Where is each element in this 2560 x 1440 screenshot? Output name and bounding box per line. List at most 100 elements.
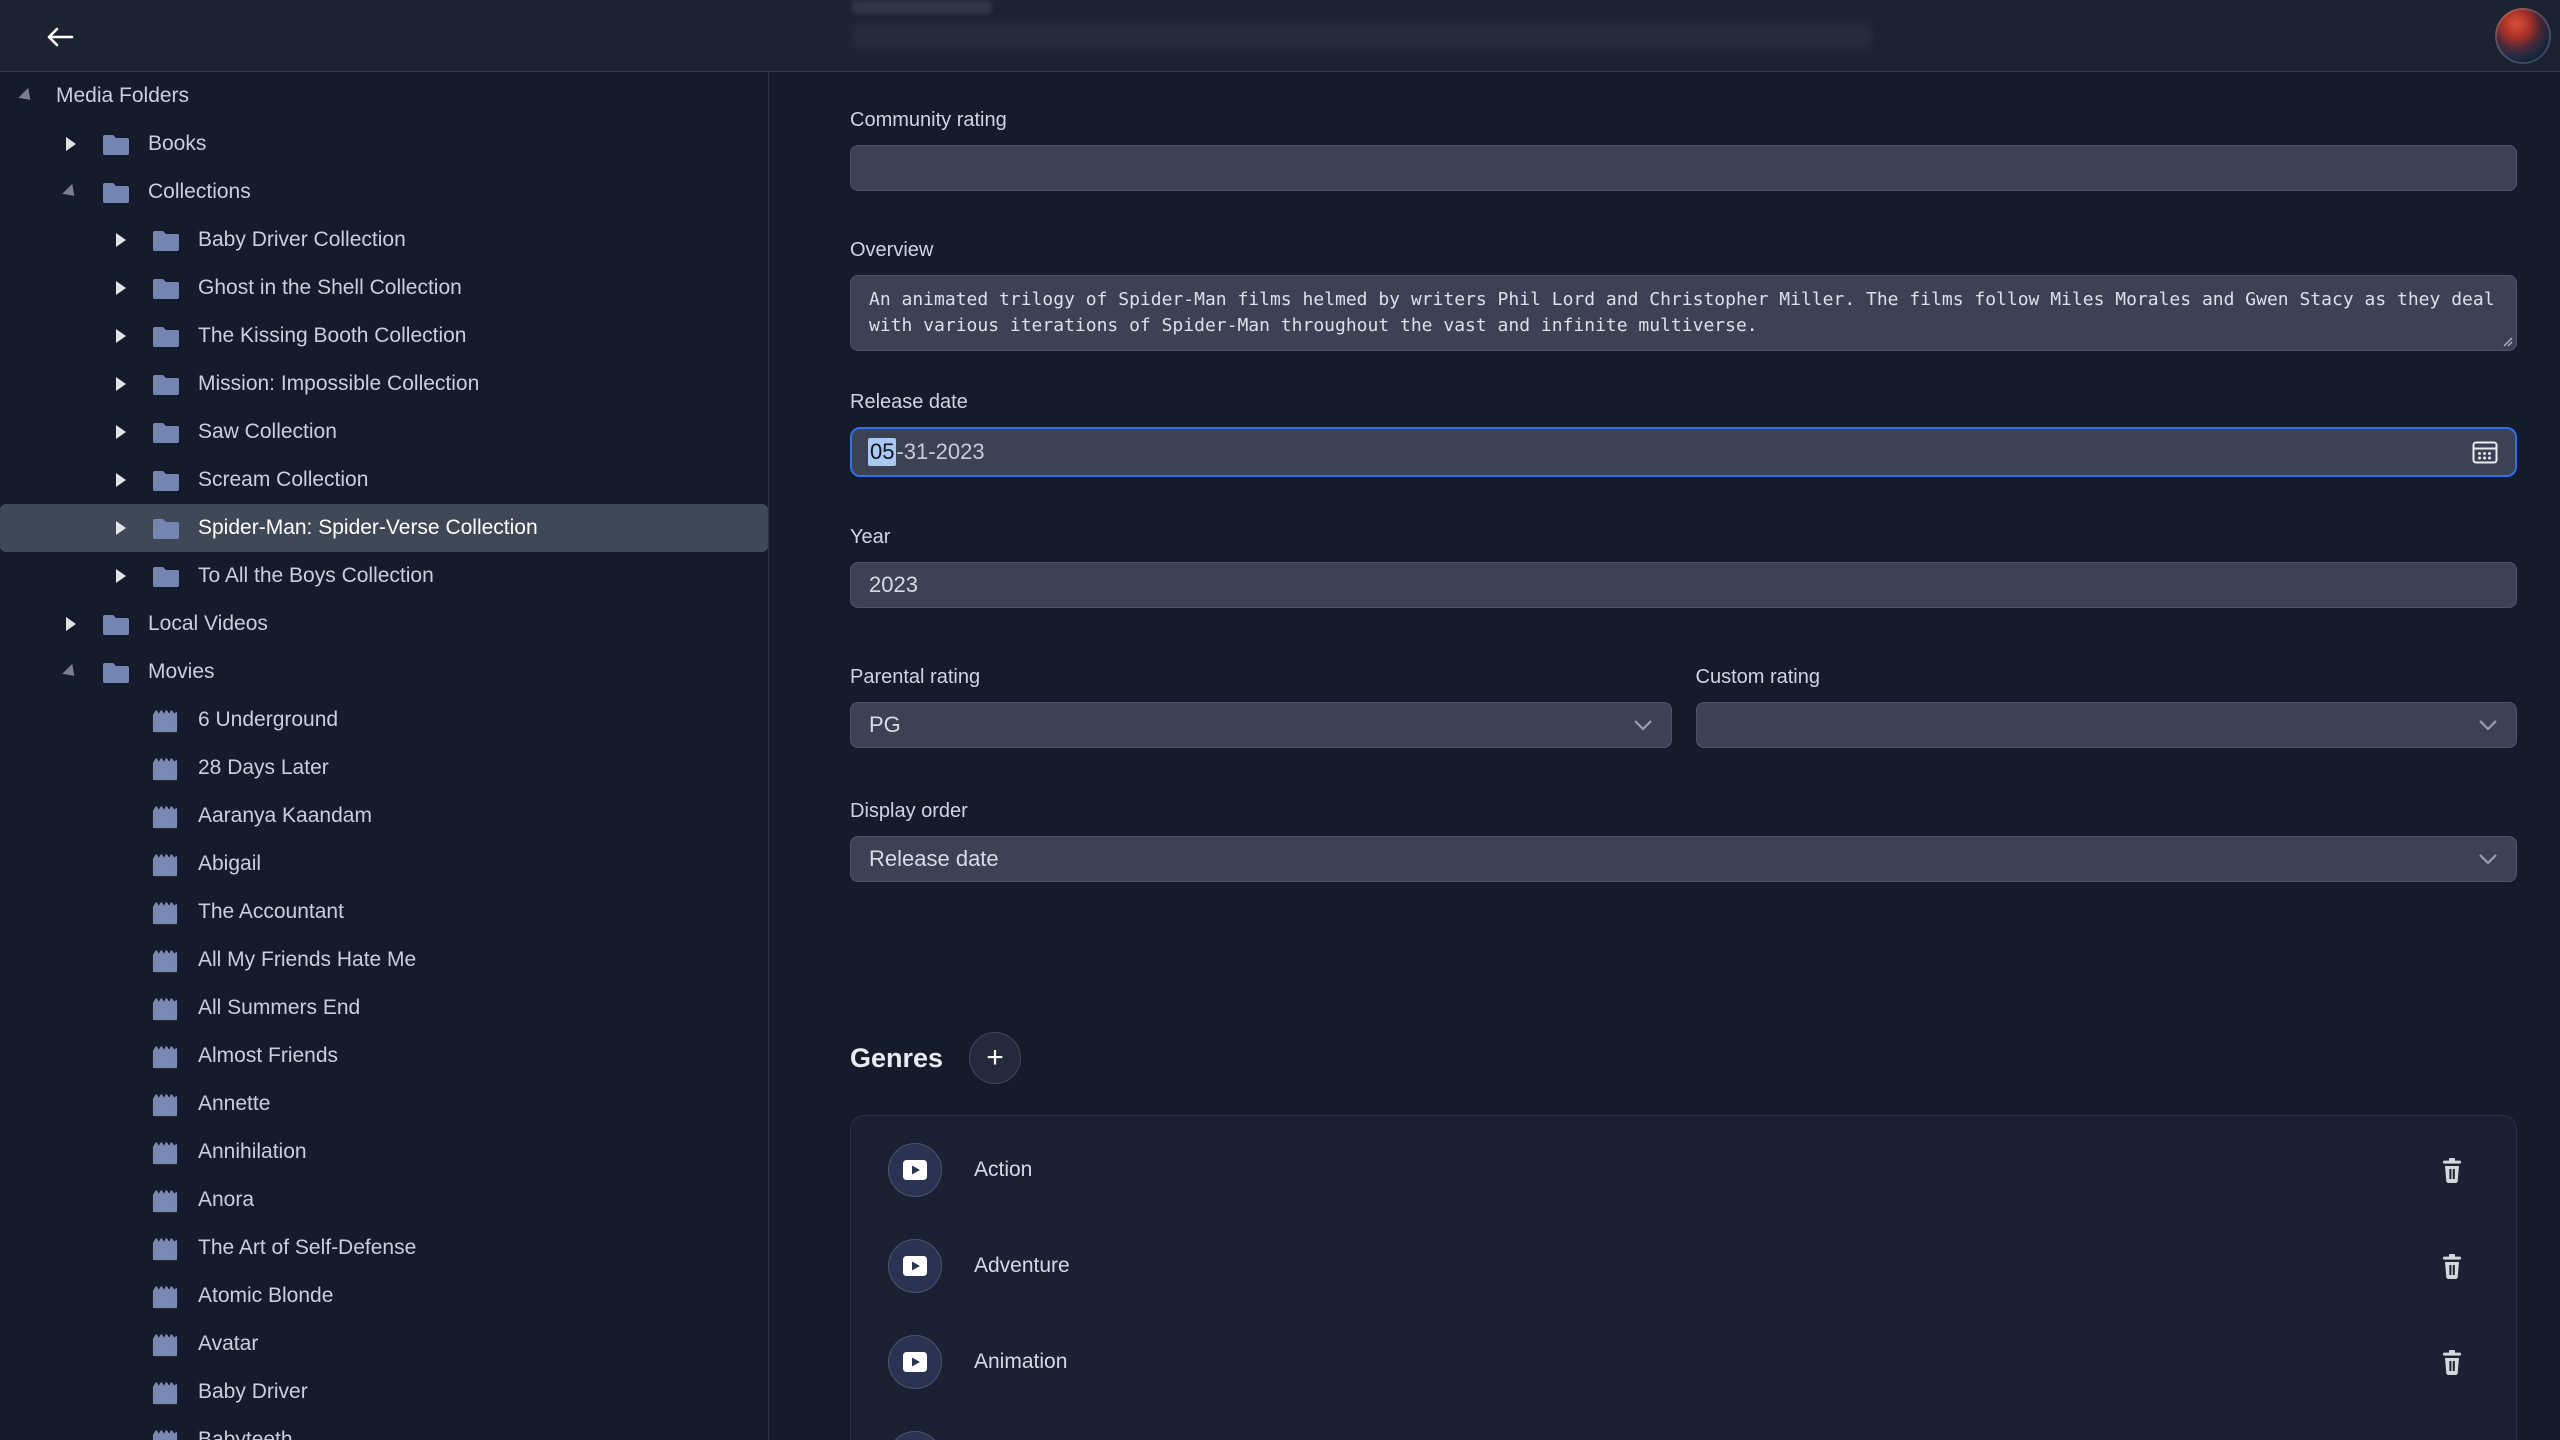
- genre-row-action[interactable]: Action: [851, 1122, 2516, 1218]
- user-avatar[interactable]: [2495, 8, 2551, 64]
- genres-title: Genres: [850, 1043, 943, 1074]
- parental-rating-field: Parental rating PG: [850, 665, 1672, 748]
- sidebar-tree: Media Folders Books Collections: [0, 72, 768, 1440]
- add-genre-button[interactable]: +: [969, 1032, 1021, 1084]
- sidebar-item-label: Abigail: [198, 852, 261, 876]
- sidebar-item-annihilation[interactable]: Annihilation: [0, 1128, 768, 1176]
- movie-icon: [150, 1331, 184, 1357]
- delete-genre-button[interactable]: [2440, 1157, 2464, 1184]
- expand-caret-icon[interactable]: [64, 664, 100, 680]
- parental-rating-select[interactable]: PG: [850, 702, 1672, 748]
- custom-rating-select[interactable]: [1696, 702, 2518, 748]
- movie-icon: [150, 803, 184, 829]
- expand-caret-icon[interactable]: [114, 424, 150, 440]
- video-icon: [901, 1349, 929, 1375]
- year-label: Year: [850, 525, 2517, 549]
- sidebar-item-books[interactable]: Books: [0, 120, 768, 168]
- expand-caret-icon[interactable]: [64, 136, 100, 152]
- movie-icon: [150, 1427, 184, 1440]
- sidebar-item-babyteeth[interactable]: Babyteeth: [0, 1416, 768, 1440]
- sidebar-item-the-art-of-self-defense[interactable]: The Art of Self-Defense: [0, 1224, 768, 1272]
- expand-caret-icon[interactable]: [64, 184, 100, 200]
- folder-icon: [150, 227, 184, 253]
- resize-grip-icon[interactable]: [2501, 335, 2513, 347]
- calendar-icon: [2471, 439, 2499, 465]
- sidebar-item-label: Spider-Man: Spider-Verse Collection: [198, 516, 538, 540]
- sidebar-item-avatar[interactable]: Avatar: [0, 1320, 768, 1368]
- sidebar-item-abigail[interactable]: Abigail: [0, 840, 768, 888]
- sidebar-item-the-kissing-booth-collection[interactable]: The Kissing Booth Collection: [0, 312, 768, 360]
- parental-rating-value: PG: [869, 712, 901, 738]
- sidebar-item-ghost-in-the-shell-collection[interactable]: Ghost in the Shell Collection: [0, 264, 768, 312]
- expand-caret-icon[interactable]: [114, 232, 150, 248]
- year-field: Year 2023: [850, 525, 2517, 608]
- sidebar-item-saw-collection[interactable]: Saw Collection: [0, 408, 768, 456]
- folder-icon: [100, 611, 134, 637]
- sidebar-item-baby-driver[interactable]: Baby Driver: [0, 1368, 768, 1416]
- sidebar-item-6-underground[interactable]: 6 Underground: [0, 696, 768, 744]
- expand-caret-icon[interactable]: [114, 376, 150, 392]
- sidebar-item-label: Annette: [198, 1092, 270, 1116]
- sidebar-item-atomic-blonde[interactable]: Atomic Blonde: [0, 1272, 768, 1320]
- sidebar-item-aaranya-kaandam[interactable]: Aaranya Kaandam: [0, 792, 768, 840]
- back-button[interactable]: [38, 18, 82, 56]
- sidebar-item-baby-driver-collection[interactable]: Baby Driver Collection: [0, 216, 768, 264]
- expand-caret-icon[interactable]: [114, 280, 150, 296]
- sidebar-item-collections[interactable]: Collections: [0, 168, 768, 216]
- sidebar-item-all-my-friends-hate-me[interactable]: All My Friends Hate Me: [0, 936, 768, 984]
- sidebar-item-anora[interactable]: Anora: [0, 1176, 768, 1224]
- trash-icon: [2440, 1253, 2464, 1280]
- sidebar-item-label: To All the Boys Collection: [198, 564, 434, 588]
- release-date-input[interactable]: 05-31-2023: [850, 427, 2517, 477]
- sidebar-item-label: Atomic Blonde: [198, 1284, 333, 1308]
- delete-genre-button[interactable]: [2440, 1253, 2464, 1280]
- sidebar-item-label: Saw Collection: [198, 420, 337, 444]
- genre-row-science-fiction[interactable]: Science Fiction: [851, 1410, 2516, 1440]
- sidebar-item-local-videos[interactable]: Local Videos: [0, 600, 768, 648]
- sidebar-item-spider-man-spider-verse-collection[interactable]: Spider-Man: Spider-Verse Collection: [0, 504, 768, 552]
- community-rating-field: Community rating: [850, 108, 2517, 191]
- display-order-select[interactable]: Release date: [850, 836, 2517, 882]
- folder-icon: [100, 179, 134, 205]
- expand-caret-icon[interactable]: [20, 88, 56, 104]
- sidebar-item-label: Babyteeth: [198, 1428, 293, 1440]
- expand-caret-icon[interactable]: [114, 568, 150, 584]
- arrow-left-icon: [45, 25, 75, 49]
- genre-avatar: [888, 1335, 942, 1389]
- sidebar-item-media-folders[interactable]: Media Folders: [0, 72, 768, 120]
- sidebar-item-label: Annihilation: [198, 1140, 307, 1164]
- sidebar-item-all-summers-end[interactable]: All Summers End: [0, 984, 768, 1032]
- expand-caret-icon[interactable]: [114, 520, 150, 536]
- sidebar-item-movies[interactable]: Movies: [0, 648, 768, 696]
- community-rating-input[interactable]: [850, 145, 2517, 191]
- chevron-down-icon: [2478, 853, 2498, 865]
- expand-caret-icon[interactable]: [114, 472, 150, 488]
- date-picker-button[interactable]: [2471, 429, 2499, 475]
- sidebar-item-almost-friends[interactable]: Almost Friends: [0, 1032, 768, 1080]
- movie-icon: [150, 1043, 184, 1069]
- sidebar-item-to-all-the-boys-collection[interactable]: To All the Boys Collection: [0, 552, 768, 600]
- sidebar-item-scream-collection[interactable]: Scream Collection: [0, 456, 768, 504]
- sidebar-item-label: Local Videos: [148, 612, 268, 636]
- movie-icon: [150, 851, 184, 877]
- release-date-field: Release date 05-31-2023: [850, 390, 2517, 477]
- expand-caret-icon[interactable]: [64, 616, 100, 632]
- movie-icon: [150, 995, 184, 1021]
- sidebar-item-annette[interactable]: Annette: [0, 1080, 768, 1128]
- genre-row-adventure[interactable]: Adventure: [851, 1218, 2516, 1314]
- genre-row-animation[interactable]: Animation: [851, 1314, 2516, 1410]
- sidebar-item-28-days-later[interactable]: 28 Days Later: [0, 744, 768, 792]
- movie-icon: [150, 1235, 184, 1261]
- sidebar-item-label: All Summers End: [198, 996, 360, 1020]
- trash-icon: [2440, 1157, 2464, 1184]
- year-input[interactable]: 2023: [850, 562, 2517, 608]
- folder-icon: [150, 563, 184, 589]
- sidebar-item-label: Media Folders: [56, 84, 189, 108]
- sidebar-item-the-accountant[interactable]: The Accountant: [0, 888, 768, 936]
- expand-caret-icon[interactable]: [114, 328, 150, 344]
- overview-field: Overview An animated trilogy of Spider-M…: [850, 238, 2517, 351]
- movie-icon: [150, 1283, 184, 1309]
- overview-textarea[interactable]: An animated trilogy of Spider-Man films …: [850, 275, 2517, 351]
- delete-genre-button[interactable]: [2440, 1349, 2464, 1376]
- sidebar-item-mission-impossible-collection[interactable]: Mission: Impossible Collection: [0, 360, 768, 408]
